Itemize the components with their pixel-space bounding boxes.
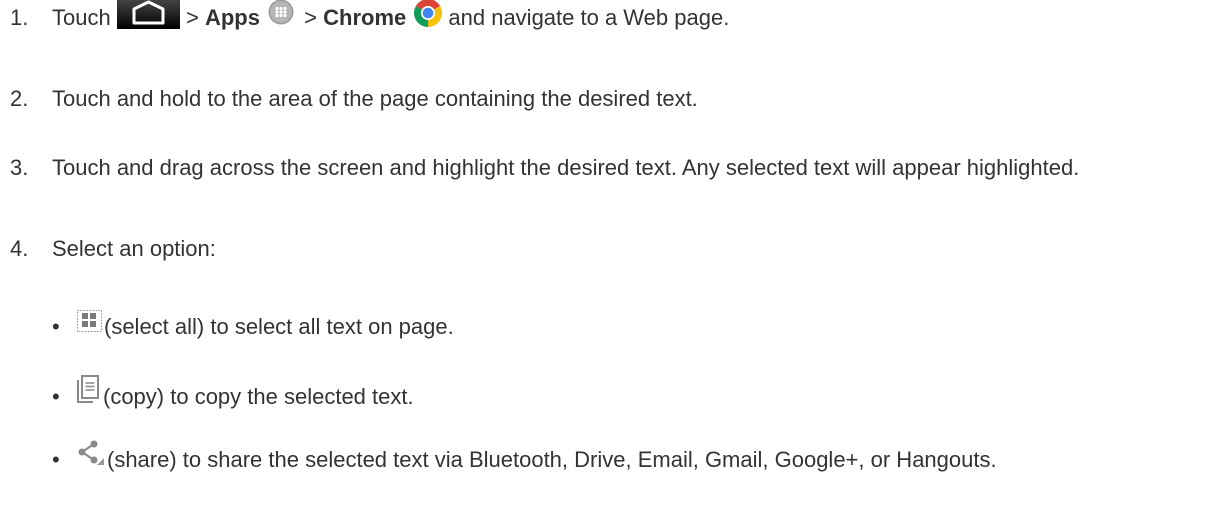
option-text: (share) to share the selected text via B… [77, 440, 1218, 476]
option-label: (share) to share the selected text via B… [107, 447, 997, 472]
step-text-gt2: > [298, 5, 324, 30]
bullet-dot: • [52, 314, 60, 339]
step-number: 2. [10, 86, 29, 111]
step-text-touch: Touch [52, 5, 111, 30]
apps-icon [268, 0, 294, 25]
step-text: Touch > Apps > Chrome and navigate to a … [52, 0, 1218, 34]
copy-icon [77, 375, 99, 404]
instructions-page: 1. Touch > Apps > Chrome and navigate to… [0, 0, 1223, 520]
select-all-icon [77, 309, 102, 333]
option-label: (select all) to select all text on page. [104, 314, 454, 339]
option-label: (copy) to copy the selected text. [103, 384, 414, 409]
step-text: Touch and drag across the screen and hig… [52, 155, 1080, 180]
step-text-gt: > [185, 5, 205, 30]
home-icon [116, 0, 180, 30]
chrome-label: Chrome [323, 5, 407, 30]
step-text: Select an option: [52, 236, 216, 261]
step-number: 4. [10, 236, 29, 261]
step-number: 3. [10, 155, 29, 180]
share-icon [77, 440, 105, 466]
step-text: Touch and hold to the area of the page c… [52, 86, 698, 111]
step-text-rest: and navigate to a Web page. [448, 5, 730, 30]
bullet-dot: • [52, 447, 60, 472]
option-text: (copy) to copy the selected text. [77, 375, 1218, 413]
option-text: (select all) to select all text on page. [77, 309, 1218, 343]
apps-label: Apps [204, 5, 260, 30]
chrome-icon [412, 0, 444, 29]
bullet-dot: • [52, 384, 60, 409]
step-number: 1. [10, 5, 29, 30]
